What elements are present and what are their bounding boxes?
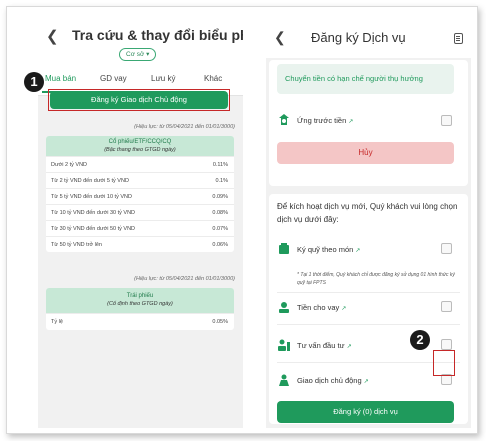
step-badge-2: 2: [410, 330, 430, 350]
tab-khac[interactable]: Khác: [204, 74, 222, 83]
advisory-icon: [278, 339, 290, 351]
table-row: Từ 2 tỷ VND đến dưới 5 tỷ VND 0.1%: [46, 172, 234, 188]
table-row: Từ 30 tỷ VND đến dưới 50 tỷ VND 0.07%: [46, 220, 234, 236]
divider: [277, 292, 460, 293]
register-services-button[interactable]: Đăng ký (0) dịch vụ: [277, 401, 454, 423]
active-trading-icon: [279, 374, 289, 386]
row-value: 0.05%: [212, 319, 228, 325]
fee-lookup-screen: ❮ Tra cứu & thay đổi biểu phí Cơ sở ▾ Mu…: [38, 20, 243, 428]
table-row: Từ 5 tỷ VND đến dưới 10 tỷ VND 0.09%: [46, 188, 234, 204]
service-label-loan[interactable]: Tiền cho vay ↗: [297, 303, 346, 312]
registered-services-card: Chuyển tiền có hạn chế người thụ hưởng Ứ…: [269, 60, 468, 186]
back-icon[interactable]: ❮: [46, 27, 59, 45]
table-row: Dưới 2 tỷ VND 0.11%: [46, 156, 234, 172]
tab-luu-ky[interactable]: Lưu ký: [151, 74, 175, 83]
table-row: Từ 10 tỷ VND đến dưới 30 tỷ VND 0.08%: [46, 204, 234, 220]
page-title: Đăng ký Dịch vụ: [311, 30, 406, 45]
row-label: Từ 50 tỷ VND trở lên: [51, 242, 102, 248]
cancel-button[interactable]: Hủy: [277, 142, 454, 164]
validity-text: (Hiệu lực: từ 05/04/2021 đến 01/01/3000): [134, 124, 235, 130]
service-label-margin[interactable]: Ký quỹ theo món ↗: [297, 245, 360, 254]
external-link-icon: ↗: [355, 248, 361, 254]
table-row: Từ 50 tỷ VND trở lên 0.06%: [46, 236, 234, 252]
row-value: 0.09%: [212, 194, 228, 200]
table-subtitle: (Cố định theo GTGD ngày): [107, 301, 173, 307]
document-icon[interactable]: [454, 33, 463, 44]
table-subtitle: (Bậc thang theo GTGD ngày): [104, 147, 176, 153]
margin-checkbox[interactable]: [441, 243, 452, 254]
divider: [277, 324, 460, 325]
service-label-advance[interactable]: Ứng trước tiền ↗: [297, 116, 353, 125]
margin-icon: [279, 243, 289, 254]
advisory-checkbox[interactable]: [441, 339, 452, 350]
bond-fee-table: Trái phiếu (Cố định theo GTGD ngày) Tỷ l…: [46, 288, 234, 330]
header: ❮ Đăng ký Dịch vụ: [266, 20, 471, 58]
advance-checkbox[interactable]: [441, 115, 452, 126]
row-value: 0.08%: [212, 210, 228, 216]
margin-note: * Tại 1 thời điểm, Quý khách chỉ được đă…: [297, 272, 455, 286]
service-label-active-trading[interactable]: Giao dịch chủ động ↗: [297, 376, 369, 385]
external-link-icon: ↗: [341, 306, 347, 312]
external-link-icon: ↗: [363, 379, 369, 385]
row-value: 0.1%: [215, 178, 228, 184]
validity-text: (Hiệu lực: từ 05/04/2021 đến 01/01/3000): [134, 276, 235, 282]
table-title: Cổ phiếu/ETF/CCQ/CQ: [108, 139, 172, 145]
row-label: Từ 30 tỷ VND đến dưới 50 tỷ VND: [51, 226, 136, 232]
table-header: Cổ phiếu/ETF/CCQ/CQ (Bậc thang theo GTGD…: [46, 136, 234, 156]
checkbox-highlight-box: [433, 350, 455, 376]
intro-text: Để kích hoạt dịch vụ mới, Quý khách vui …: [277, 202, 458, 224]
table-header: Trái phiếu (Cố định theo GTGD ngày): [46, 288, 234, 313]
tab-mua-ban[interactable]: Mua bán: [45, 74, 76, 83]
row-label: Từ 10 tỷ VND đến dưới 30 tỷ VND: [51, 210, 136, 216]
step-badge-1: 1: [24, 72, 44, 92]
header: ❮ Tra cứu & thay đổi biểu phí Cơ sở ▾: [38, 20, 243, 68]
loan-icon: [279, 302, 289, 313]
row-value: 0.07%: [212, 226, 228, 232]
table-title: Trái phiếu: [126, 293, 154, 299]
row-label: Từ 5 tỷ VND đến dưới 10 tỷ VND: [51, 194, 132, 200]
external-link-icon: ↗: [346, 344, 352, 350]
stock-fee-table: Cổ phiếu/ETF/CCQ/CQ (Bậc thang theo GTGD…: [46, 136, 234, 252]
loan-checkbox[interactable]: [441, 301, 452, 312]
tab-gd-vay[interactable]: GD vay: [100, 74, 127, 83]
row-value: 0.06%: [212, 242, 228, 248]
row-value: 0.11%: [212, 162, 228, 168]
advance-money-icon: [279, 114, 289, 125]
table-row: Tỷ lệ 0.05%: [46, 313, 234, 330]
row-label: Từ 2 tỷ VND đến dưới 5 tỷ VND: [51, 178, 129, 184]
account-type-dropdown[interactable]: Cơ sở ▾: [119, 48, 157, 61]
register-active-trading-button[interactable]: Đăng ký Giao dịch Chủ động: [50, 91, 228, 109]
external-link-icon: ↗: [348, 119, 354, 125]
service-label-advisory[interactable]: Tư vấn đầu tư ↗: [297, 341, 352, 350]
new-services-card: Để kích hoạt dịch vụ mới, Quý khách vui …: [269, 194, 468, 424]
restricted-transfer-button[interactable]: Chuyển tiền có hạn chế người thụ hưởng: [277, 64, 454, 94]
row-label: Tỷ lệ: [51, 319, 63, 325]
page-title: Tra cứu & thay đổi biểu phí: [72, 27, 243, 43]
row-label: Dưới 2 tỷ VND: [51, 162, 88, 168]
back-icon[interactable]: ❮: [274, 29, 286, 46]
